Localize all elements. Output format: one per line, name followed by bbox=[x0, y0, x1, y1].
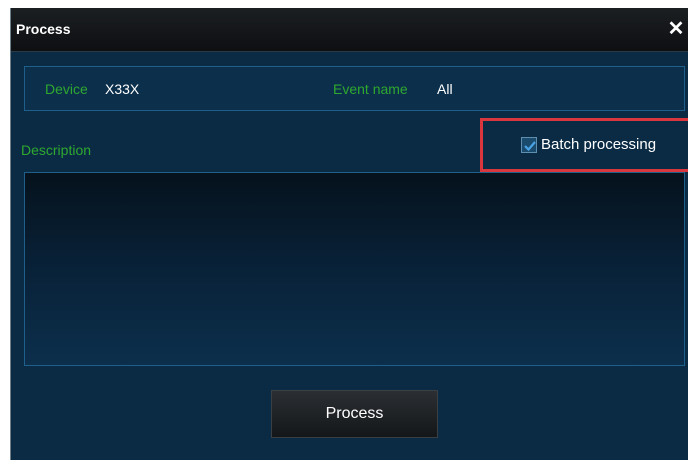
event-name-value: All bbox=[437, 81, 453, 97]
batch-processing-checkbox[interactable] bbox=[521, 137, 537, 153]
info-panel: Device X33X Event name All bbox=[24, 66, 685, 111]
description-label: Description bbox=[21, 142, 92, 158]
device-label: Device bbox=[45, 81, 88, 97]
checkmark-icon bbox=[524, 141, 536, 152]
device-value: X33X bbox=[105, 81, 140, 97]
batch-processing-label[interactable]: Batch processing bbox=[541, 136, 656, 153]
batch-processing-highlight: Batch processing bbox=[480, 118, 688, 172]
event-name-label: Event name bbox=[333, 81, 408, 97]
description-textarea[interactable] bbox=[24, 172, 685, 366]
process-dialog: Process ✕ Device X33X Event name All Des… bbox=[10, 8, 688, 460]
title-bar: Process ✕ bbox=[11, 8, 688, 52]
dialog-title: Process bbox=[16, 21, 71, 37]
process-button[interactable]: Process bbox=[271, 390, 438, 438]
close-icon[interactable]: ✕ bbox=[667, 19, 685, 39]
